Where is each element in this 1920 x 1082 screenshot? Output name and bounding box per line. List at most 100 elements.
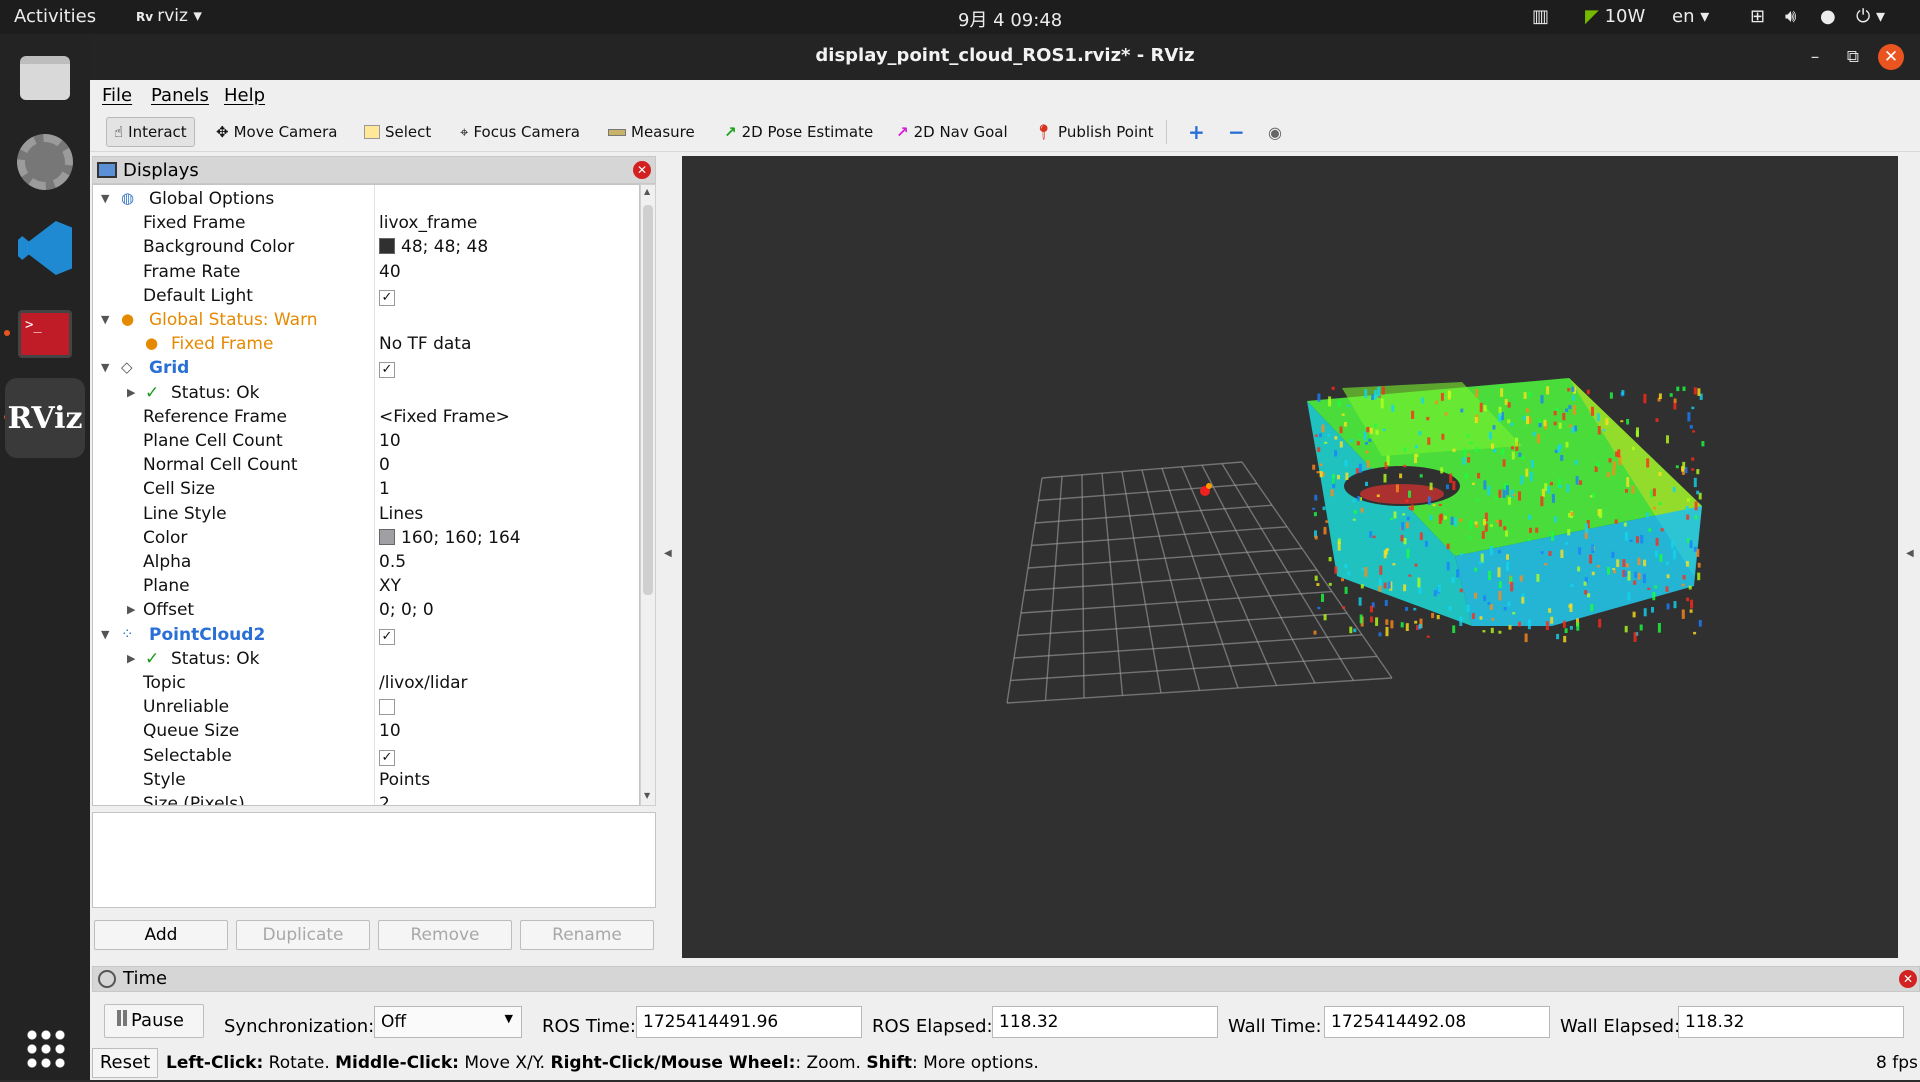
rename-button[interactable]: Rename <box>520 920 654 950</box>
display-row[interactable]: ▶ ✓ Status: Ok <box>93 381 639 405</box>
display-row[interactable]: ▶ ✓ Status: Ok <box>93 647 639 671</box>
checkbox[interactable] <box>379 699 395 716</box>
interact-tool[interactable]: ☝ Interact <box>106 117 195 147</box>
menu-help[interactable]: Help <box>224 85 265 106</box>
title-bar[interactable]: display_point_cloud_ROS1.rviz* - RViz – … <box>90 34 1920 80</box>
property-value[interactable]: /livox/lidar <box>379 673 468 693</box>
property-value[interactable]: No TF data <box>379 334 471 354</box>
collapse-arrow-icon[interactable]: ▶ <box>127 603 135 616</box>
property-value[interactable]: 0; 0; 0 <box>379 600 434 620</box>
display-row[interactable]: Cell Size 1 <box>93 477 639 501</box>
focus-camera-tool[interactable]: ⌖ Focus Camera <box>460 117 580 147</box>
display-row[interactable]: ▼ ◇ Grid ✓ <box>93 356 639 380</box>
network-wired-icon[interactable]: ⊞ <box>1750 6 1765 27</box>
move-camera-tool[interactable]: ✥ Move Camera <box>216 117 337 147</box>
display-row[interactable]: Plane XY <box>93 574 639 598</box>
property-value[interactable]: <Fixed Frame> <box>379 407 510 427</box>
property-value[interactable]: 40 <box>379 262 401 282</box>
ros-elapsed-field[interactable]: 118.32 <box>992 1006 1218 1038</box>
panel-close-icon[interactable]: ✕ <box>633 161 651 179</box>
checkbox[interactable]: ✓ <box>379 362 395 379</box>
maximize-button[interactable]: ⧉ <box>1840 44 1866 70</box>
files-app[interactable] <box>11 44 79 112</box>
display-row[interactable]: Alpha 0.5 <box>93 550 639 574</box>
publish-point-tool[interactable]: 📍︎ Publish Point <box>1034 117 1154 147</box>
display-row[interactable]: Reference Frame <Fixed Frame> <box>93 405 639 429</box>
property-value[interactable]: livox_frame <box>379 213 477 233</box>
display-row[interactable]: Normal Cell Count 0 <box>93 453 639 477</box>
duplicate-button[interactable]: Duplicate <box>236 920 370 950</box>
power-indicator[interactable]: ◤ 10W <box>1585 6 1645 27</box>
microphone-icon[interactable]: ● <box>1820 6 1836 27</box>
network-icon[interactable]: ▥ <box>1532 6 1549 27</box>
language-indicator[interactable]: en ▾ <box>1672 6 1709 27</box>
clock[interactable]: 9月 4 09:48 <box>958 6 1062 32</box>
display-row[interactable]: Size (Pixels) 2 <box>93 792 639 805</box>
property-value[interactable]: 10 <box>379 721 401 741</box>
measure-tool[interactable]: Measure <box>608 117 695 147</box>
display-row[interactable]: Color 160; 160; 164 <box>93 526 639 550</box>
close-button[interactable]: ✕ <box>1878 44 1904 70</box>
property-value[interactable]: 2 <box>379 794 390 805</box>
scroll-down-icon[interactable]: ▼ <box>644 791 650 800</box>
ros-time-field[interactable]: 1725414491.96 <box>636 1006 862 1038</box>
property-value[interactable]: 48; 48; 48 <box>379 237 488 257</box>
checkbox[interactable]: ✓ <box>379 289 395 306</box>
remove-tool-button[interactable]: − <box>1228 117 1245 147</box>
display-row[interactable]: Selectable ✓ <box>93 744 639 768</box>
menu-panels[interactable]: Panels <box>151 85 209 106</box>
display-row[interactable]: Queue Size 10 <box>93 719 639 743</box>
display-row[interactable]: Plane Cell Count 10 <box>93 429 639 453</box>
property-value[interactable]: XY <box>379 576 401 596</box>
menu-file[interactable]: File <box>102 85 132 106</box>
property-value[interactable]: 160; 160; 164 <box>379 528 521 548</box>
display-row[interactable]: ● Fixed Frame No TF data <box>93 332 639 356</box>
pose-estimate-tool[interactable]: ↗ 2D Pose Estimate <box>724 117 873 147</box>
collapse-arrow-icon[interactable]: ▶ <box>127 386 135 399</box>
expand-arrow-icon[interactable]: ▼ <box>101 628 109 641</box>
expand-arrow-icon[interactable]: ▼ <box>101 361 109 374</box>
pause-button[interactable]: Pause <box>104 1004 204 1038</box>
property-value[interactable]: 10 <box>379 431 401 451</box>
property-value[interactable]: ✓ <box>379 286 395 306</box>
property-value[interactable] <box>379 697 395 720</box>
tool-properties-button[interactable]: ◉ <box>1268 117 1282 147</box>
wall-time-field[interactable]: 1725414492.08 <box>1324 1006 1550 1038</box>
display-row[interactable]: ▼ ⁘ PointCloud2 ✓ <box>93 623 639 647</box>
scroll-up-icon[interactable]: ▲ <box>644 187 650 196</box>
display-row[interactable]: Fixed Frame livox_frame <box>93 211 639 235</box>
settings-app[interactable] <box>11 128 79 196</box>
property-value[interactable]: 0.5 <box>379 552 406 572</box>
volume-icon[interactable]: 🔊︎ <box>1785 6 1796 27</box>
nav-goal-tool[interactable]: ↗ 2D Nav Goal <box>896 117 1008 147</box>
add-tool-button[interactable]: + <box>1188 117 1205 147</box>
expand-arrow-icon[interactable]: ▼ <box>101 192 109 205</box>
display-row[interactable]: Frame Rate 40 <box>93 260 639 284</box>
wall-elapsed-field[interactable]: 118.32 <box>1678 1006 1904 1038</box>
collapse-arrow-icon[interactable]: ▶ <box>127 652 135 665</box>
panel-close-icon[interactable]: ✕ <box>1899 970 1917 988</box>
vscode-app[interactable] <box>11 214 79 282</box>
power-icon[interactable]: ⏻ ▾ <box>1856 6 1885 27</box>
property-value[interactable]: 1 <box>379 479 390 499</box>
right-splitter-icon[interactable]: ◀ <box>1906 548 1914 559</box>
expand-arrow-icon[interactable]: ▼ <box>101 313 109 326</box>
property-value[interactable]: 0 <box>379 455 390 475</box>
display-row[interactable]: Style Points <box>93 768 639 792</box>
minimize-button[interactable]: – <box>1802 44 1828 70</box>
activities-button[interactable]: Activities <box>14 6 96 27</box>
displays-scrollbar[interactable]: ▲ ▼ <box>640 184 656 806</box>
display-row[interactable]: Topic/livox/lidar <box>93 671 639 695</box>
checkbox[interactable]: ✓ <box>379 749 395 766</box>
rviz-app[interactable]: RViz <box>5 378 85 458</box>
display-row[interactable]: Default Light ✓ <box>93 284 639 308</box>
scroll-thumb[interactable] <box>643 205 653 595</box>
property-value[interactable]: Points <box>379 770 430 790</box>
select-tool[interactable]: Select <box>364 117 431 147</box>
display-row[interactable]: ▼ ● Global Status: Warn <box>93 308 639 332</box>
display-row[interactable]: Line Style Lines <box>93 502 639 526</box>
display-row[interactable]: Unreliable <box>93 695 639 720</box>
property-value[interactable]: ✓ <box>379 746 395 766</box>
reset-button[interactable]: Reset <box>92 1048 158 1078</box>
property-value[interactable]: Lines <box>379 504 423 524</box>
